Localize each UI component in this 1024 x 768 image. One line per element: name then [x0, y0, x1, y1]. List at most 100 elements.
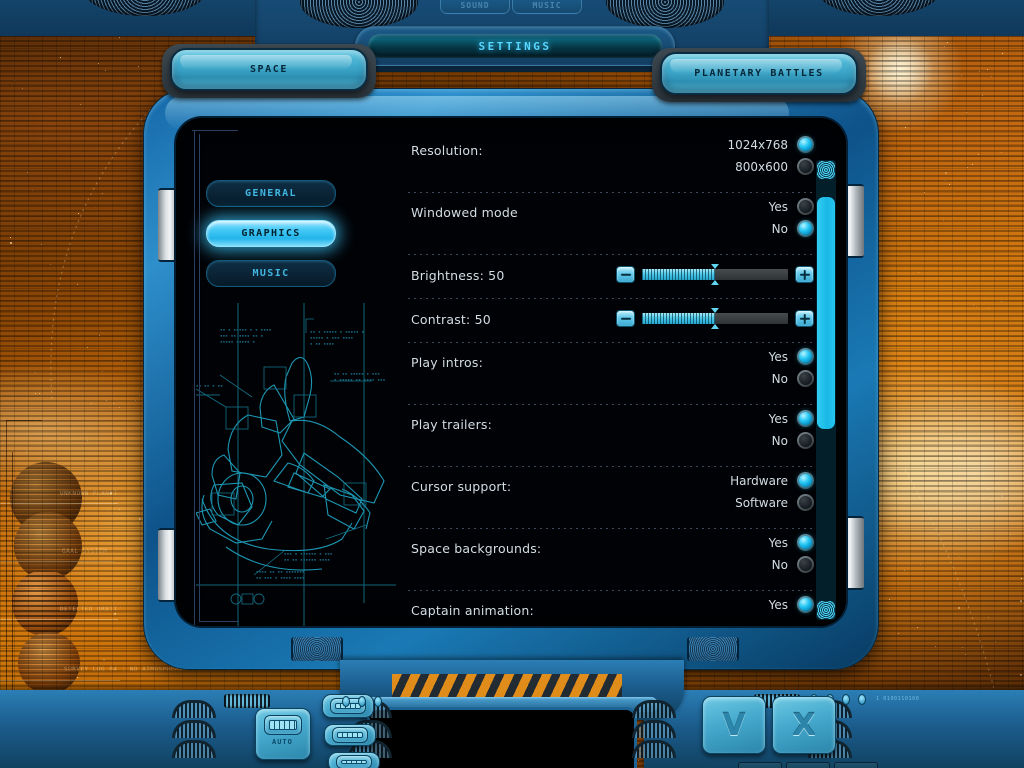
settings-screen: ▪▪ ▪ ▪▪▪▪▪ ▪ ▪ ▪▪▪▪ ▪▪▪ ▪▪ ▪▪▪▪ ▪▪ ▪ ▪▪▪… — [176, 118, 846, 626]
scrollbar-down-button[interactable] — [817, 601, 835, 619]
settings-scrollbar[interactable] — [816, 160, 836, 620]
svg-text:▪▪▪▪▪ ▪▪▪▪▪ ▪: ▪▪▪▪▪ ▪▪▪▪▪ ▪ — [220, 339, 255, 344]
radio-option-play-trailers-1[interactable]: No — [772, 432, 814, 449]
settings-row: Play intros: Yes No — [408, 342, 816, 404]
radio-option-space-backgrounds-1[interactable]: No — [772, 556, 814, 573]
slider-brightness[interactable] — [616, 264, 814, 285]
scrollbar-thumb[interactable] — [817, 196, 835, 429]
setting-label-resolution: Resolution: — [411, 143, 483, 158]
settings-row: Play trailers: Yes No — [408, 404, 816, 466]
radio-button[interactable] — [797, 348, 814, 365]
panel-bracket-inner-rail — [199, 134, 200, 622]
radio-option-play-intros-1[interactable]: No — [772, 370, 814, 387]
sidebar-item-graphics[interactable]: GRAPHICS — [206, 220, 336, 247]
console-key[interactable]: ‹‹‹ — [738, 762, 782, 768]
bottom-console: AUTO 1 0100110100 V X ‹‹‹ ››› ■■■ — [0, 660, 1024, 768]
settings-row: Brightness: 50 — [408, 254, 816, 298]
radio-label: No — [771, 371, 788, 386]
slider-decrement-contrast[interactable] — [616, 310, 635, 327]
radio-option-play-trailers-0[interactable]: Yes — [769, 410, 814, 427]
row-divider — [408, 466, 816, 467]
tab-planetary-battles-label: PLANETARY BATTLES — [694, 68, 824, 79]
radio-label: Yes — [768, 411, 788, 426]
top-small-button-sound[interactable]: SOUND — [440, 0, 510, 14]
sidebar-item-general-label: GENERAL — [245, 188, 297, 199]
tab-space[interactable]: SPACE — [170, 48, 368, 91]
radio-option-resolution-0[interactable]: 1024x768 — [727, 136, 814, 153]
row-divider — [408, 342, 816, 343]
settings-window: ▪▪ ▪ ▪▪▪▪▪ ▪ ▪ ▪▪▪▪ ▪▪▪ ▪▪ ▪▪▪▪ ▪▪ ▪ ▪▪▪… — [143, 88, 879, 670]
svg-text:▪▪ ▪▪ ▪ ▪▪: ▪▪ ▪▪ ▪ ▪▪ — [196, 383, 223, 388]
cancel-button[interactable]: X — [772, 696, 836, 754]
radio-button[interactable] — [797, 534, 814, 551]
radio-label: Yes — [768, 199, 788, 214]
svg-text:▪ ▪▪▪▪▪ ▪▪ ▪▪▪▪ ▪▪▪: ▪ ▪▪▪▪▪ ▪▪ ▪▪▪▪ ▪▪▪ — [334, 377, 385, 382]
settings-row: Windowed mode Yes No — [408, 192, 816, 254]
sidebar-item-graphics-label: GRAPHICS — [241, 228, 301, 239]
radio-option-windowed-mode-1[interactable]: No — [772, 220, 814, 237]
slider-track-brightness[interactable] — [642, 264, 788, 285]
panel-bracket-top-left — [192, 130, 238, 131]
slider-marker-down-contrast — [711, 324, 719, 329]
sidebar-item-music[interactable]: MUSIC — [206, 260, 336, 287]
top-small-button-music[interactable]: MUSIC — [512, 0, 582, 14]
radio-button[interactable] — [797, 136, 814, 153]
status-led — [342, 696, 350, 707]
radio-button[interactable] — [797, 596, 814, 613]
radio-option-space-backgrounds-0[interactable]: Yes — [769, 534, 814, 551]
setting-label-windowed-mode: Windowed mode — [411, 205, 518, 220]
status-led — [842, 694, 850, 705]
radio-option-cursor-support-0[interactable]: Hardware — [730, 472, 814, 489]
radio-option-resolution-1[interactable]: 800x600 — [735, 158, 814, 175]
radio-button[interactable] — [797, 432, 814, 449]
status-led — [858, 694, 866, 705]
radio-button[interactable] — [797, 494, 814, 511]
settings-sidebar: GENERAL GRAPHICS MUSIC — [206, 180, 336, 300]
radio-label: No — [771, 557, 788, 572]
setting-label-contrast: Contrast: 50 — [411, 312, 491, 327]
slider-track-contrast[interactable] — [642, 308, 788, 329]
slider-increment-contrast[interactable] — [795, 310, 814, 327]
row-divider — [408, 590, 816, 591]
console-key[interactable]: ››› — [786, 762, 830, 768]
sidebar-item-general[interactable]: GENERAL — [206, 180, 336, 207]
setting-label-space-backgrounds: Space backgrounds: — [411, 541, 542, 556]
svg-text:▪▪▪▪▪ ▪ ▪▪▪ ▪▪▪▪: ▪▪▪▪▪ ▪ ▪▪▪ ▪▪▪▪ — [310, 335, 353, 340]
panel-bracket-bottom-inner — [199, 621, 239, 622]
setting-label-cursor-support: Cursor support: — [411, 479, 512, 494]
row-divider — [408, 254, 816, 255]
radio-button[interactable] — [797, 158, 814, 175]
radio-button[interactable] — [797, 370, 814, 387]
accept-check-icon: V — [722, 707, 746, 743]
accept-button[interactable]: V — [702, 696, 766, 754]
row-divider — [408, 192, 816, 193]
radio-option-cursor-support-1[interactable]: Software — [735, 494, 814, 511]
settings-list: Resolution: 1024x768 800x600 Windowed mode Y… — [408, 130, 816, 626]
slider-marker-down-brightness — [711, 280, 719, 285]
slider-decrement-brightness[interactable] — [616, 266, 635, 283]
radio-label: 800x600 — [735, 159, 788, 174]
radio-button[interactable] — [797, 220, 814, 237]
slider-marker-up-contrast — [711, 308, 719, 313]
radio-option-windowed-mode-0[interactable]: Yes — [769, 198, 814, 215]
slider-fill-contrast — [642, 313, 715, 324]
radio-button[interactable] — [797, 556, 814, 573]
radio-option-captain-animation-0[interactable]: Yes — [769, 596, 814, 613]
radio-button[interactable] — [797, 472, 814, 489]
row-divider — [408, 528, 816, 529]
radio-button[interactable] — [797, 410, 814, 427]
slider-contrast[interactable] — [616, 308, 814, 329]
top-console: SOUND MUSIC SETTINGS SPACE PLANETARY BAT… — [0, 0, 1024, 102]
radio-option-play-intros-0[interactable]: Yes — [769, 348, 814, 365]
console-key[interactable]: ■■■ — [834, 762, 878, 768]
scrollbar-up-button[interactable] — [817, 161, 835, 179]
svg-text:▪▪▪▪ ▪▪ ▪▪ ▪▪▪▪▪▪▪: ▪▪▪▪ ▪▪ ▪▪ ▪▪▪▪▪▪▪ — [256, 569, 305, 574]
console-display — [370, 710, 634, 768]
radio-label: Yes — [768, 597, 788, 612]
slider-increment-brightness[interactable] — [795, 266, 814, 283]
radio-button[interactable] — [797, 198, 814, 215]
svg-text:▪▪ ▪▪▪ ▪ ▪▪▪▪ ▪▪▪▪: ▪▪ ▪▪▪ ▪ ▪▪▪▪ ▪▪▪▪ — [256, 575, 305, 580]
auto-label: AUTO — [272, 738, 293, 746]
page-title: SETTINGS — [478, 39, 552, 53]
tab-planetary-battles[interactable]: PLANETARY BATTLES — [660, 52, 858, 95]
